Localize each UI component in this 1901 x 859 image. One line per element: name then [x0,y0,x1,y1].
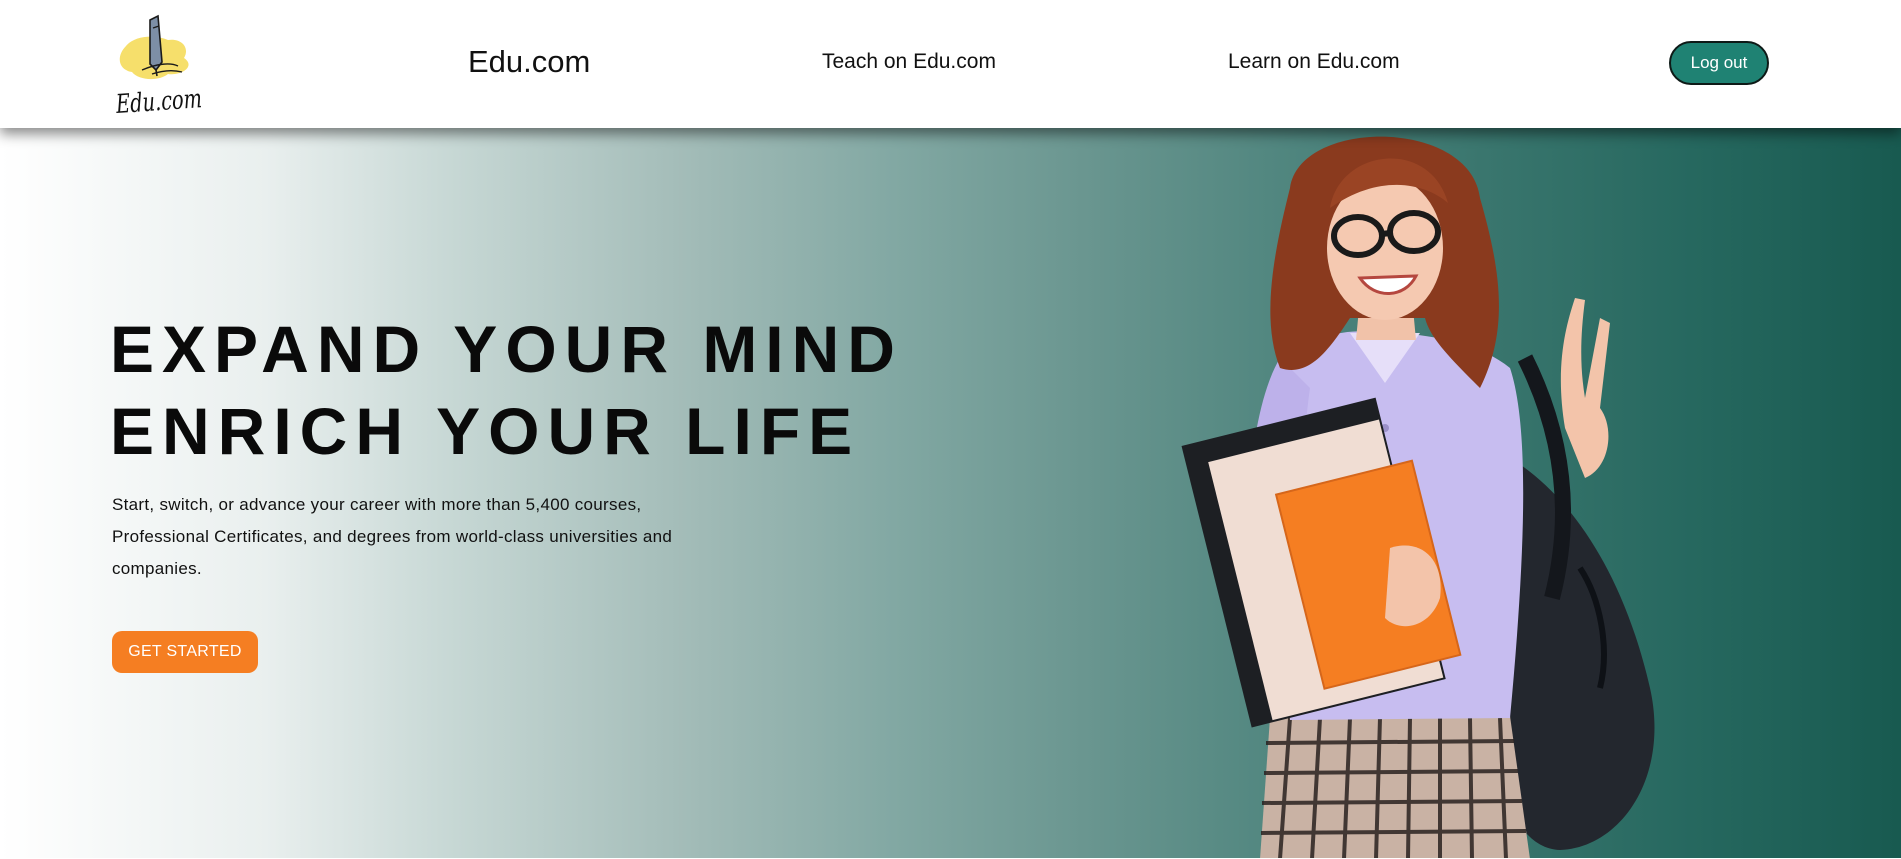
logo-wordmark: Edu.com [114,84,203,118]
top-navbar: Edu.com Edu.com Teach on Edu.com Learn o… [0,0,1901,128]
hero-subtitle: Start, switch, or advance your career wi… [112,495,673,578]
get-started-button[interactable]: GET STARTED [112,631,258,673]
nav-learn-link[interactable]: Learn on Edu.com [1228,50,1400,74]
headline-line-2: ENRICH YOUR LIFE [110,394,861,468]
hero-headline: EXPAND YOUR MIND ENRICH YOUR LIFE [110,308,903,472]
nav-brand-link[interactable]: Edu.com [468,44,590,80]
nav-teach-link[interactable]: Teach on Edu.com [822,50,996,74]
student-photo [1181,136,1655,859]
hero-banner: EXPAND YOUR MIND ENRICH YOUR LIFE Start,… [0,128,1901,859]
logout-button[interactable]: Log out [1669,41,1769,85]
edu-logo[interactable]: Edu.com [112,10,208,118]
headline-line-1: EXPAND YOUR MIND [110,312,903,386]
